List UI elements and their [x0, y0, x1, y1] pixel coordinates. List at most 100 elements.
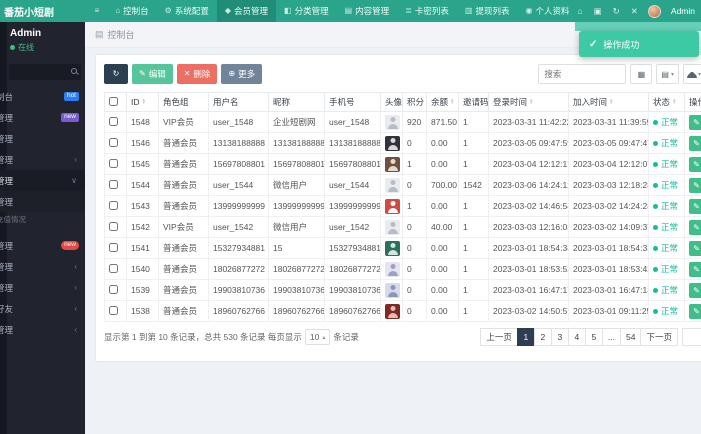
sidebar-item[interactable]: 管理 — [0, 128, 85, 149]
delete-button[interactable]: ✕ 删除 — [176, 64, 218, 84]
edit-row-button[interactable]: ✎ — [689, 135, 701, 151]
table-row: 1538 普通会员 18960762766 18960762766 1896076276… — [104, 300, 701, 322]
edit-row-button[interactable]: ✎ — [689, 282, 701, 298]
user-avatar[interactable] — [647, 4, 661, 18]
cell-group: 普通会员 — [158, 132, 209, 154]
nav-item-分类管理[interactable]: ◧ 分类管理 — [276, 0, 337, 22]
column-header-points[interactable]: 积分▴▾ — [402, 92, 427, 112]
row-checkbox[interactable] — [109, 158, 118, 168]
sidebar-item[interactable]: 管理 ‹ — [0, 319, 85, 340]
nav-item-label: 控制台 — [123, 6, 149, 16]
columns-button[interactable]: ▤ ▾ — [656, 64, 679, 84]
cell-nickname: 微信用户 — [268, 216, 325, 238]
sidebar-item[interactable]: 管理 new — [0, 107, 85, 128]
page-2[interactable]: 2 — [533, 328, 552, 346]
page-1[interactable]: 1 — [516, 328, 535, 346]
edit-row-button[interactable]: ✎ — [689, 177, 701, 193]
home-icon[interactable]: ⌂ — [577, 6, 582, 16]
column-header-status[interactable]: 状态 ▴ ▾ — [648, 92, 685, 112]
page-5[interactable]: 5 — [584, 328, 603, 346]
nav-item-内容管理[interactable]: ▤ 内容管理 — [337, 0, 398, 22]
row-checkbox[interactable] — [109, 200, 118, 210]
column-header-balance[interactable]: 余额 ▴ ▾ — [426, 92, 459, 112]
select-all-header[interactable] — [104, 92, 127, 112]
table-row: 1543 普通会员 13999999999 13999999999 1399999999… — [104, 195, 701, 217]
edit-button[interactable]: ✎ 编辑 — [132, 64, 173, 84]
row-checkbox[interactable] — [109, 242, 118, 252]
record-info-suffix: 条记录 — [333, 332, 359, 342]
window-icon[interactable]: ▣ — [594, 6, 602, 17]
cell-group: VIP会员 — [158, 216, 209, 238]
more-button[interactable]: ⊕ 更多 — [221, 64, 263, 84]
page-next[interactable]: 下一页 — [640, 328, 678, 346]
nav-item-卡密列表[interactable]: ≣ 卡密列表 — [397, 0, 457, 22]
view-toggle-button[interactable]: ▦ — [630, 64, 653, 84]
edit-row-button[interactable]: ✎ — [689, 219, 701, 235]
chevron-left-icon: ‹ — [74, 262, 77, 271]
sidebar-item-label: 管理 — [0, 282, 14, 293]
sort-icon: ▴ ▾ — [673, 96, 676, 106]
cell-phone: 18960762766 — [324, 300, 381, 322]
avatar — [385, 219, 400, 235]
edit-row-button[interactable]: ✎ — [689, 303, 701, 319]
sidebar-item[interactable]: 管理 ∨ — [0, 170, 85, 191]
withdraw-icon: ▥ — [464, 6, 473, 15]
column-header-join_time[interactable]: 加入时间 ▴ ▾ — [568, 92, 649, 112]
table-search-input[interactable] — [538, 64, 627, 84]
refresh-button[interactable]: ↻ — [104, 64, 128, 84]
edit-row-button[interactable]: ✎ — [689, 240, 701, 256]
sidebar-item[interactable]: 管理 ‹ — [0, 149, 85, 170]
cell-nickname: 13999999999 — [268, 195, 325, 217]
nav-item-label: 卡密列表 — [414, 6, 449, 16]
status-text: 正常 — [661, 264, 679, 274]
row-checkbox[interactable] — [109, 116, 118, 126]
page-54[interactable]: 54 — [620, 328, 642, 346]
row-checkbox[interactable] — [109, 137, 118, 147]
nav-item-会员管理[interactable]: ◆ 会员管理 — [216, 0, 277, 22]
nav-item-控制台[interactable]: ⌂ 控制台 — [107, 0, 156, 22]
column-label: 积分 — [407, 97, 425, 107]
nav-item-label: 内容管理 — [355, 6, 390, 16]
column-header-invite[interactable]: 邀请码▴▾ — [458, 92, 489, 112]
row-checkbox[interactable] — [109, 179, 118, 189]
sidebar-item[interactable]: 管理 — [0, 191, 85, 212]
nav-item-个人资料[interactable]: ◉ 个人资料 — [517, 0, 577, 22]
sidebar-item[interactable]: 管理 ‹ — [0, 277, 85, 298]
row-checkbox[interactable] — [109, 305, 118, 315]
edit-row-button[interactable]: ✎ — [689, 261, 701, 277]
chevron-left-icon: ‹ — [74, 304, 77, 313]
nav-item-系统配置[interactable]: ⚙ 系统配置 — [157, 0, 217, 22]
edit-row-button[interactable]: ✎ — [689, 198, 701, 214]
status-dot-icon — [653, 203, 658, 209]
page-3[interactable]: 3 — [550, 328, 569, 346]
cell-nickname: 15697808801 — [268, 153, 325, 175]
page-prev[interactable]: 上一页 — [480, 328, 518, 346]
page-4[interactable]: 4 — [567, 328, 586, 346]
cell-join_time: 2023-03-01 18:53:42 — [568, 258, 649, 280]
chevron-up-icon: ▴ — [322, 334, 326, 341]
user-name[interactable]: Admin — [671, 6, 695, 16]
edit-row-button[interactable]: ✎ — [689, 156, 701, 172]
row-checkbox[interactable] — [109, 284, 118, 294]
status-text: 正常 — [661, 306, 679, 316]
page-size-select[interactable]: 10 ▴ — [304, 329, 331, 345]
column-header-id[interactable]: ID ▴ ▾ — [126, 92, 159, 112]
export-button[interactable]: ▾ — [682, 64, 701, 84]
sidebar-item[interactable]: 充值情况 — [0, 212, 85, 227]
page-jump-input[interactable] — [682, 328, 701, 346]
sidebar-item[interactable]: 管理 new — [0, 235, 85, 256]
edit-row-button[interactable]: ✎ — [689, 114, 701, 130]
row-checkbox[interactable] — [109, 221, 118, 231]
column-header-login_time[interactable]: 登录时间 ▴ ▾ — [488, 92, 569, 112]
nav-item-提现列表[interactable]: ▥ 提现列表 — [457, 0, 518, 22]
refresh-icon[interactable]: ↻ — [613, 6, 620, 17]
cell-login_time: 2023-03-02 14:46:54 — [488, 195, 569, 217]
row-checkbox[interactable] — [109, 263, 118, 273]
fullscreen-icon[interactable]: ✕ — [631, 6, 638, 17]
sidebar-item[interactable]: 管理 ‹ — [0, 256, 85, 277]
sidebar-item[interactable]: 制台 hot — [0, 86, 85, 107]
nav-item-menu[interactable]: ≡ — [87, 0, 108, 22]
sidebar-item[interactable]: 好友 ‹ — [0, 298, 85, 319]
select-all-checkbox[interactable] — [109, 96, 118, 106]
cell-balance: 0.00 — [426, 300, 459, 322]
